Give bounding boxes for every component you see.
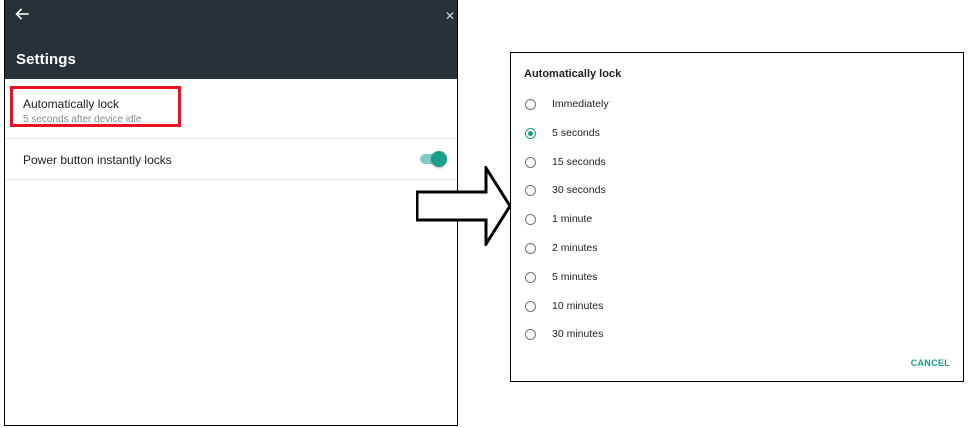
radio-option-label: 10 minutes [552,299,604,312]
radio-unchecked-icon[interactable] [525,271,536,283]
radio-unchecked-icon[interactable] [525,99,536,110]
radio-option-label: 5 minutes [552,270,598,283]
radio-option-label: 30 seconds [552,184,606,197]
radio-option[interactable]: 30 seconds [511,181,811,210]
radio-unchecked-icon[interactable] [525,214,536,226]
settings-panel: ✕ Settings Automatically lock 5 seconds … [4,0,458,426]
radio-checked-icon[interactable] [525,127,536,139]
cancel-button[interactable]: CANCEL [911,358,950,368]
app-bar: ✕ Settings [5,0,457,79]
radio-option[interactable]: 15 seconds [511,153,811,182]
radio-option[interactable]: 1 minute [511,210,811,239]
radio-option-label: 30 minutes [552,328,604,341]
radio-option[interactable]: Immediately [511,95,811,124]
auto-lock-dialog: Automatically lock Immediately 5 seconds 1… [510,52,964,382]
auto-lock-preference[interactable]: Automatically lock 5 seconds after devic… [5,79,457,139]
auto-lock-summary: 5 seconds after device idle [23,114,142,125]
radio-option[interactable]: 2 minutes [511,239,811,268]
toggle-thumb [431,151,447,167]
page-title: Settings [16,51,76,68]
power-button-lock-title: Power button instantly locks [23,153,172,167]
radio-unchecked-icon[interactable] [525,300,536,312]
auto-lock-title: Automatically lock [23,97,120,111]
radio-option[interactable]: 5 minutes [511,268,811,297]
radio-option-label: 5 seconds [552,126,600,139]
radio-option-label: 1 minute [552,213,593,226]
radio-option-label: Immediately [552,98,609,110]
arrow-right-icon [416,166,512,246]
radio-option-label: 15 seconds [552,155,606,168]
radio-unchecked-icon[interactable] [525,329,536,341]
radio-option-label: 2 minutes [552,242,598,254]
radio-option[interactable]: 30 minutes [511,325,811,354]
power-button-lock-toggle[interactable] [420,151,448,167]
close-icon[interactable]: ✕ [445,10,455,22]
radio-unchecked-icon[interactable] [525,156,536,168]
radio-unchecked-icon[interactable] [525,185,536,197]
dialog-title: Automatically lock [524,68,622,80]
power-button-lock-preference[interactable]: Power button instantly locks [5,139,457,180]
radio-unchecked-icon[interactable] [525,243,536,254]
radio-option[interactable]: 10 minutes [511,297,811,326]
radio-option[interactable]: 5 seconds [511,124,811,153]
arrow-left-icon[interactable] [15,8,29,20]
